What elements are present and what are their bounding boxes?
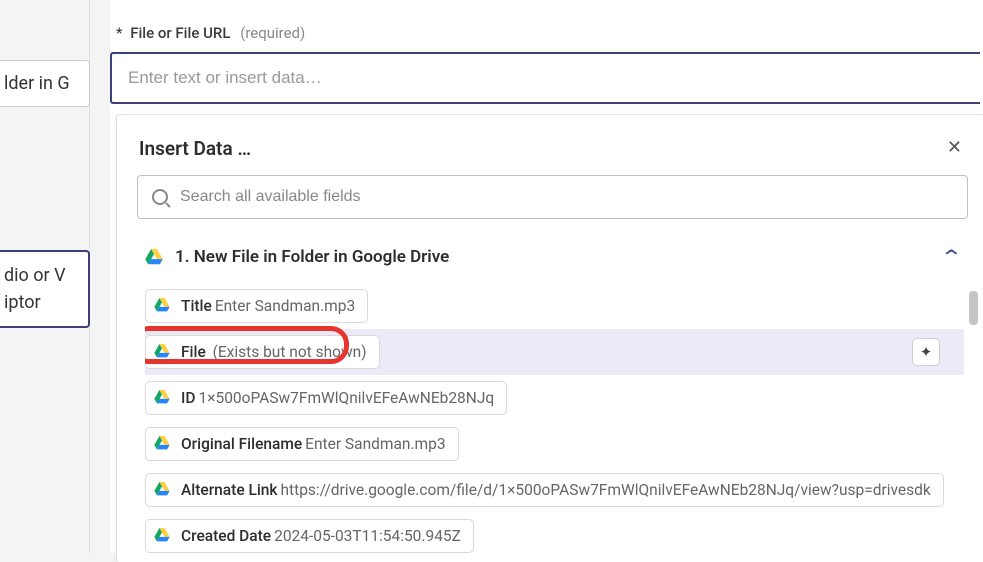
field-value: Enter Sandman.mp3: [215, 297, 355, 315]
left-step-title-fragment: lder in G: [4, 73, 70, 94]
data-source-name: 1. New File in Folder in Google Drive: [175, 247, 449, 267]
field-row[interactable]: ID1×500oPASw7FmWlQnilvEFeAwNEb28NJq: [145, 375, 978, 421]
data-source-header[interactable]: 1. New File in Folder in Google Drive ⌃: [117, 219, 983, 277]
left-step-card-partial: lder in G: [0, 60, 90, 107]
close-button[interactable]: ✕: [943, 135, 966, 161]
field-label: File: [181, 343, 206, 361]
field-label: Alternate Link: [181, 481, 278, 499]
left-step-title-fragment-2a: dio or V: [4, 262, 80, 289]
close-icon: ✕: [947, 137, 962, 158]
field-row[interactable]: Original FilenameEnter Sandman.mp3: [145, 421, 978, 467]
field-value: 1×500oPASw7FmWlQnilvEFeAwNEb28NJq: [199, 389, 495, 407]
popover-title: Insert Data …: [139, 137, 251, 160]
google-drive-icon: [145, 249, 163, 265]
field-value: 2024-05-03T11:54:50.945Z: [274, 527, 461, 545]
insert-data-popover: Insert Data … ✕ 1. New File in Folder in…: [116, 114, 983, 562]
google-drive-icon: [154, 390, 172, 406]
left-step-card-partial-2: dio or V iptor: [0, 250, 90, 328]
google-drive-icon: [154, 436, 172, 452]
file-input[interactable]: [112, 54, 980, 102]
field-value: Enter Sandman.mp3: [305, 435, 445, 453]
search-field[interactable]: [137, 175, 968, 219]
search-input[interactable]: [180, 188, 953, 206]
field-value: (Exists but not shown): [213, 343, 367, 361]
file-field-name: File or File URL: [130, 24, 230, 42]
field-label: ID: [181, 389, 196, 407]
left-step-title-fragment-2b: iptor: [4, 289, 80, 316]
search-icon: [152, 189, 168, 205]
google-drive-icon: [154, 298, 172, 314]
sparkle-icon: ✦: [920, 343, 933, 361]
field-row-selected[interactable]: File (Exists but not shown) ✦: [145, 329, 964, 375]
field-label: Created Date: [181, 527, 271, 545]
left-panel-background: lder in G dio or V iptor: [0, 0, 90, 553]
field-row[interactable]: Alternate Linkhttps://drive.google.com/f…: [145, 467, 978, 513]
field-label: Title: [181, 297, 212, 315]
google-drive-icon: [154, 528, 172, 544]
file-input-wrapper[interactable]: [110, 52, 980, 104]
scrollbar[interactable]: [968, 283, 978, 557]
chevron-up-icon: ⌃: [940, 245, 963, 269]
field-row[interactable]: TitleEnter Sandman.mp3: [145, 283, 978, 329]
file-field-label: * File or File URL (required): [116, 24, 983, 42]
google-drive-icon: [154, 344, 172, 360]
fields-list: TitleEnter Sandman.mp3 File (Exists but …: [145, 283, 978, 557]
field-label: Original Filename: [181, 435, 302, 453]
main-panel: * File or File URL (required) Insert Dat…: [110, 0, 983, 553]
ai-suggest-button[interactable]: ✦: [912, 338, 940, 366]
scrollbar-thumb[interactable]: [969, 291, 978, 325]
required-star: *: [116, 24, 122, 42]
field-row[interactable]: Created Date2024-05-03T11:54:50.945Z: [145, 513, 978, 557]
field-value: https://drive.google.com/file/d/1×500oPA…: [281, 481, 931, 499]
required-hint: (required): [240, 24, 305, 42]
google-drive-icon: [154, 482, 172, 498]
